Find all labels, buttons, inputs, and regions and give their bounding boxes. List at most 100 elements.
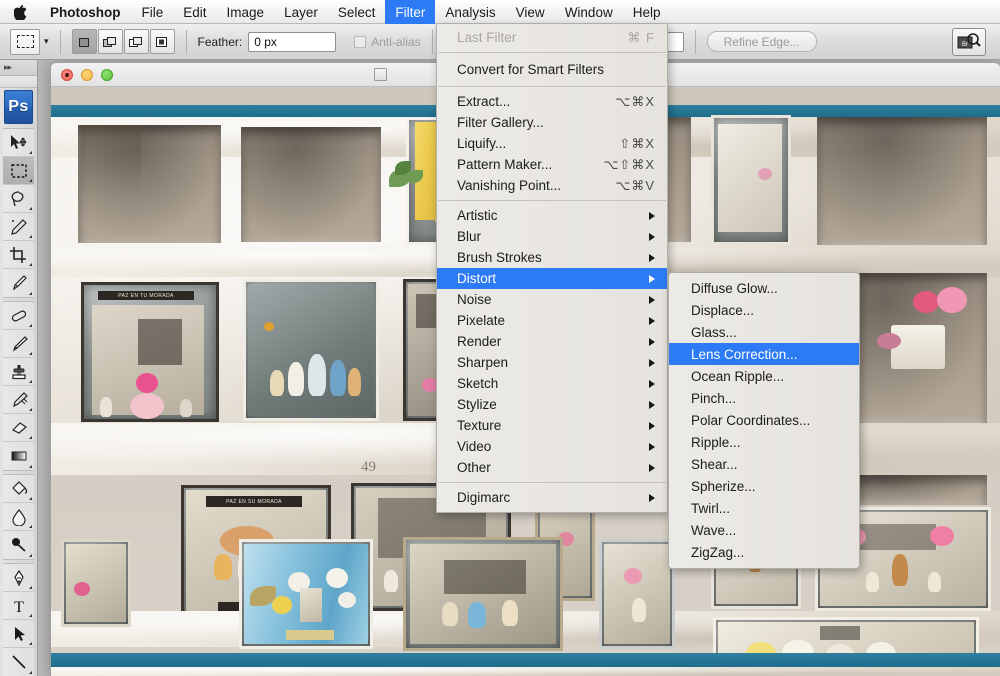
quick-selection-tool[interactable] — [3, 213, 34, 241]
submenu-arrow-icon — [649, 379, 655, 388]
tool-group-paint — [3, 474, 34, 560]
move-tool[interactable] — [3, 129, 34, 157]
filter-menu: Last Filter ⌘ F Convert for Smart Filter… — [436, 24, 668, 513]
double-chevron-right-icon[interactable]: ▸▸ — [0, 60, 37, 76]
distort-submenu: Diffuse Glow... Displace... Glass... Len… — [668, 272, 860, 569]
menu-item-stylize[interactable]: Stylize — [437, 394, 667, 415]
menu-item-video[interactable]: Video — [437, 436, 667, 457]
tool-preset-picker[interactable]: ▾ — [10, 28, 49, 55]
refine-edge-button[interactable]: Refine Edge... — [706, 31, 817, 52]
clone-stamp-tool[interactable] — [3, 358, 34, 386]
menu-file[interactable]: File — [132, 0, 174, 24]
submenu-item-zigzag[interactable]: ZigZag... — [669, 541, 859, 563]
divider — [438, 86, 666, 87]
submenu-arrow-icon — [649, 316, 655, 325]
eyedropper-tool[interactable] — [3, 269, 34, 297]
menu-select[interactable]: Select — [328, 0, 386, 24]
submenu-arrow-icon — [649, 358, 655, 367]
submenu-item-pinch[interactable]: Pinch... — [669, 387, 859, 409]
divider — [59, 29, 61, 54]
menu-item-distort[interactable]: Distort — [437, 268, 667, 289]
blur-tool[interactable] — [3, 503, 34, 531]
submenu-arrow-icon — [649, 232, 655, 241]
divider — [694, 29, 696, 54]
close-button[interactable] — [61, 68, 73, 81]
checkbox-box-icon — [354, 35, 367, 48]
lasso-tool[interactable] — [3, 185, 34, 213]
menu-item-extract[interactable]: Extract... ⌥⌘X — [437, 91, 667, 112]
menu-item-brush-strokes[interactable]: Brush Strokes — [437, 247, 667, 268]
menu-item-liquify[interactable]: Liquify... ⇧⌘X — [437, 133, 667, 154]
apple-logo-icon[interactable] — [0, 0, 39, 24]
divider — [438, 200, 666, 201]
bridge-button[interactable]: Br — [952, 27, 986, 56]
rectangular-marquee-tool[interactable] — [3, 157, 34, 185]
subtract-from-selection-button[interactable] — [123, 29, 149, 54]
divider — [431, 29, 433, 54]
submenu-item-glass[interactable]: Glass... — [669, 321, 859, 343]
menu-item-sketch[interactable]: Sketch — [437, 373, 667, 394]
new-selection-button[interactable] — [71, 29, 97, 54]
crop-tool[interactable] — [3, 241, 34, 269]
rectangular-marquee-icon — [10, 28, 40, 55]
type-tool[interactable]: T — [3, 592, 34, 620]
paint-bucket-tool[interactable] — [3, 475, 34, 503]
line-tool[interactable] — [3, 648, 34, 676]
submenu-item-displace[interactable]: Displace... — [669, 299, 859, 321]
menu-help[interactable]: Help — [623, 0, 671, 24]
menu-item-last-filter[interactable]: Last Filter ⌘ F — [437, 27, 667, 48]
menu-item-other[interactable]: Other — [437, 457, 667, 478]
add-to-selection-button[interactable] — [97, 29, 123, 54]
menu-edit[interactable]: Edit — [173, 0, 216, 24]
svg-text:T: T — [14, 599, 24, 615]
submenu-item-shear[interactable]: Shear... — [669, 453, 859, 475]
submenu-item-spherize[interactable]: Spherize... — [669, 475, 859, 497]
pen-tool[interactable] — [3, 564, 34, 592]
menu-layer[interactable]: Layer — [274, 0, 328, 24]
menu-item-pixelate[interactable]: Pixelate — [437, 310, 667, 331]
intersect-with-selection-button[interactable] — [149, 29, 175, 54]
brush-tool[interactable] — [3, 330, 34, 358]
menu-photoshop[interactable]: Photoshop — [39, 0, 132, 24]
submenu-arrow-icon — [649, 253, 655, 262]
dodge-tool[interactable] — [3, 531, 34, 559]
submenu-item-ripple[interactable]: Ripple... — [669, 431, 859, 453]
minimize-button[interactable] — [81, 68, 93, 81]
eraser-tool[interactable] — [3, 414, 34, 442]
document-proxy-icon — [373, 68, 387, 81]
path-selection-tool[interactable] — [3, 620, 34, 648]
submenu-arrow-icon — [649, 274, 655, 283]
submenu-item-wave[interactable]: Wave... — [669, 519, 859, 541]
menu-item-artistic[interactable]: Artistic — [437, 205, 667, 226]
menu-view[interactable]: View — [506, 0, 555, 24]
menu-item-convert-for-smart-filters[interactable]: Convert for Smart Filters — [437, 57, 667, 82]
menu-analysis[interactable]: Analysis — [435, 0, 505, 24]
menu-image[interactable]: Image — [217, 0, 275, 24]
tool-group-retouch — [3, 301, 34, 471]
zoom-button[interactable] — [101, 68, 113, 81]
submenu-item-polar-coordinates[interactable]: Polar Coordinates... — [669, 409, 859, 431]
menu-item-vanishing-point[interactable]: Vanishing Point... ⌥⌘V — [437, 175, 667, 196]
menu-item-pattern-maker[interactable]: Pattern Maker... ⌥⇧⌘X — [437, 154, 667, 175]
menu-item-noise[interactable]: Noise — [437, 289, 667, 310]
menu-item-render[interactable]: Render — [437, 331, 667, 352]
history-brush-tool[interactable] — [3, 386, 34, 414]
anti-alias-checkbox[interactable]: Anti-alias — [354, 35, 421, 49]
menu-item-texture[interactable]: Texture — [437, 415, 667, 436]
divider — [438, 482, 666, 483]
menu-item-digimarc[interactable]: Digimarc — [437, 487, 667, 508]
submenu-item-diffuse-glow[interactable]: Diffuse Glow... — [669, 277, 859, 299]
healing-brush-tool[interactable] — [3, 302, 34, 330]
submenu-item-twirl[interactable]: Twirl... — [669, 497, 859, 519]
tool-group-selection — [3, 128, 34, 298]
submenu-item-lens-correction[interactable]: Lens Correction... — [669, 343, 859, 365]
menu-item-sharpen[interactable]: Sharpen — [437, 352, 667, 373]
menu-item-blur[interactable]: Blur — [437, 226, 667, 247]
chevron-down-icon[interactable]: ▾ — [44, 36, 49, 47]
menu-window[interactable]: Window — [555, 0, 623, 24]
menu-filter[interactable]: Filter — [385, 0, 436, 24]
feather-input[interactable]: 0 px — [248, 31, 337, 52]
gradient-tool[interactable] — [3, 442, 34, 470]
submenu-item-ocean-ripple[interactable]: Ocean Ripple... — [669, 365, 859, 387]
menu-item-filter-gallery[interactable]: Filter Gallery... — [437, 112, 667, 133]
